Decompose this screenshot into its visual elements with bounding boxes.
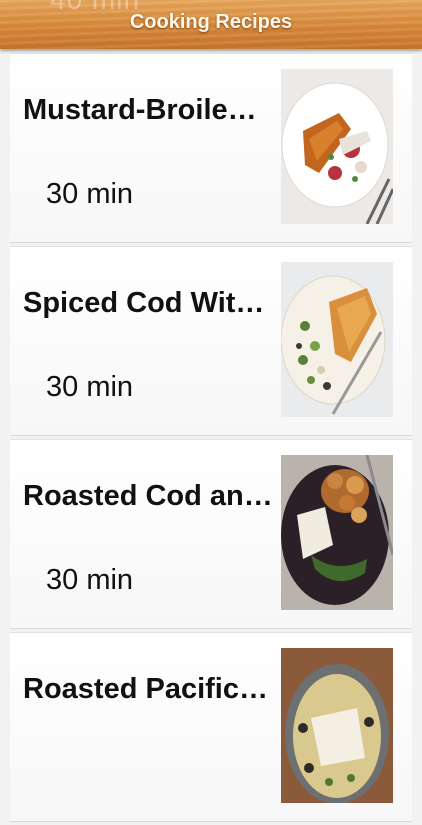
recipe-row[interactable]: Roasted Pacific… xyxy=(10,632,412,822)
recipe-row[interactable]: Mustard-Broile… 30 min xyxy=(10,53,412,243)
recipe-row[interactable]: Roasted Cod an… 30 min xyxy=(10,439,412,629)
recipe-row[interactable]: Spiced Cod Wit… 30 min xyxy=(10,246,412,436)
recipe-list: Mustard-Broile… 30 min Spiced Cod Wit… 3… xyxy=(10,53,412,825)
recipe-title: Roasted Cod an… xyxy=(23,480,273,512)
recipe-title: Mustard-Broile… xyxy=(23,94,257,126)
recipe-photo xyxy=(281,69,393,224)
recipe-title: Spiced Cod Wit… xyxy=(23,287,265,319)
recipe-photo xyxy=(281,648,393,803)
recipe-title: Roasted Pacific… xyxy=(23,673,268,705)
page-title: Cooking Recipes xyxy=(129,11,293,33)
recipe-time: 30 min xyxy=(46,371,134,403)
recipe-time: 30 min xyxy=(46,178,134,210)
recipe-time: 30 min xyxy=(46,564,134,596)
app-header: 40 min Cooking Recipes xyxy=(0,0,422,49)
recipe-photo xyxy=(281,262,393,417)
recipe-photo xyxy=(281,455,393,610)
